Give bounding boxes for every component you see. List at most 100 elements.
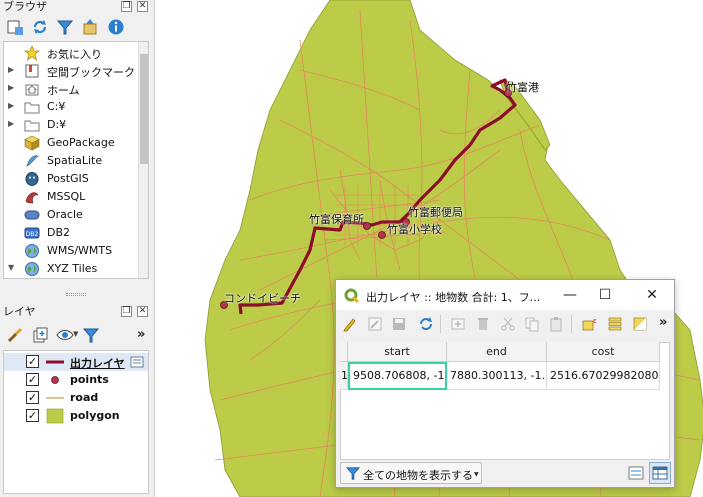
browser-item-d-drive[interactable]: ▶ D:¥	[4, 116, 148, 134]
browser-item-c-drive[interactable]: ▶ C:¥	[4, 98, 148, 116]
add-selected-layers-icon[interactable]	[6, 18, 24, 36]
scrollbar-thumb[interactable]	[140, 54, 148, 164]
minimize-button[interactable]: —	[558, 285, 582, 305]
expand-arrow[interactable]: ▶	[8, 83, 16, 92]
browser-close-button[interactable]: ✕	[137, 1, 148, 12]
show-all-features-label: 全ての地物を表示する	[363, 469, 473, 482]
temporary-layer-icon[interactable]	[130, 356, 144, 368]
browser-item-db2[interactable]: DB2 DB2	[4, 224, 148, 242]
browser-item-label: C:¥	[47, 100, 66, 113]
layers-panel-title-text: レイヤ	[3, 305, 36, 318]
invert-selection-icon[interactable]	[632, 316, 648, 332]
corner-header[interactable]	[340, 342, 348, 362]
browser-item-wms[interactable]: WMS/WMTS	[4, 242, 148, 260]
layers-panel-title: レイヤ ❐ ✕	[0, 305, 155, 320]
cell-end[interactable]: 7880.300113, -1...	[447, 362, 547, 390]
filter-icon[interactable]	[56, 18, 74, 36]
expand-arrow[interactable]: ▶	[8, 101, 16, 110]
browser-item-label: MSSQL	[47, 190, 86, 203]
cell-start[interactable]: 9508.706808, -1...	[348, 362, 447, 390]
layers-more-button[interactable]: »	[137, 327, 145, 342]
close-button[interactable]: ✕	[640, 285, 664, 305]
browser-item-favorites[interactable]: お気に入り	[4, 44, 148, 62]
qgis-logo-icon	[344, 288, 360, 304]
layer-style-brush-icon[interactable]	[6, 326, 24, 344]
copy-icon[interactable]	[524, 316, 540, 332]
attribute-toolbar-more-button[interactable]: »	[659, 315, 667, 330]
browser-item-label: SpatiaLite	[47, 154, 103, 167]
column-header-cost[interactable]: cost	[547, 342, 660, 362]
map-label-port: 竹富港	[506, 81, 539, 94]
layer-road[interactable]: ✓ road	[4, 389, 148, 407]
cut-icon[interactable]	[500, 316, 516, 332]
select-by-expression-icon[interactable]: ε	[582, 316, 598, 332]
road-line-symbol-icon	[46, 397, 64, 399]
table-view-button[interactable]	[649, 462, 671, 484]
browser-item-spatialite[interactable]: SpatiaLite	[4, 152, 148, 170]
layer-visibility-checkbox[interactable]: ✓	[26, 355, 39, 368]
layers-tree: ✓ 出力レイヤ ✓ points ✓ road ✓ polygon	[3, 350, 149, 494]
panel-splitter[interactable]	[66, 293, 86, 296]
browser-item-mssql[interactable]: MSSQL	[4, 188, 148, 206]
cell-cost[interactable]: 2516.670299820806	[547, 362, 660, 390]
toggle-edit-pencil-icon[interactable]	[342, 316, 358, 332]
layer-output[interactable]: ✓ 出力レイヤ	[4, 353, 148, 371]
select-all-icon[interactable]	[607, 316, 623, 332]
browser-item-xyz-tiles[interactable]: ▼ XYZ Tiles	[4, 260, 148, 278]
map-label-nursery: 竹富保育所	[309, 213, 364, 226]
reload-icon[interactable]	[418, 316, 434, 332]
layer-polygon[interactable]: ✓ polygon	[4, 407, 148, 425]
layer-visibility-checkbox[interactable]: ✓	[26, 373, 39, 386]
home-folder-icon	[25, 84, 39, 96]
form-view-icon[interactable]	[628, 465, 644, 481]
layers-close-button[interactable]: ✕	[137, 306, 148, 317]
expand-arrow[interactable]: ▶	[8, 119, 16, 128]
layer-label: points	[70, 373, 109, 386]
layer-points[interactable]: ✓ points	[4, 371, 148, 389]
xyz-globe-icon	[25, 262, 39, 276]
browser-item-label: WMS/WMTS	[47, 244, 113, 257]
column-header-start[interactable]: start	[348, 342, 447, 362]
visibility-dropdown-icon[interactable]: ▼	[73, 330, 78, 338]
multi-edit-icon[interactable]	[367, 316, 383, 332]
table-view-icon	[652, 466, 668, 480]
browser-float-button[interactable]: ❐	[121, 1, 132, 12]
delete-feature-icon[interactable]	[475, 316, 491, 332]
browser-tree: お気に入り ▶ 空間ブックマーク ▶ ホーム ▶ C:¥ ▶ D:¥ GeoPa…	[3, 41, 149, 279]
browser-item-spatial-bookmarks[interactable]: ▶ 空間ブックマーク	[4, 62, 148, 80]
layers-float-button[interactable]: ❐	[121, 306, 132, 317]
filter-legend-icon[interactable]	[82, 326, 100, 344]
browser-scrollbar[interactable]	[138, 42, 148, 278]
add-feature-icon[interactable]	[450, 316, 466, 332]
paste-icon[interactable]	[548, 316, 564, 332]
layer-visibility-checkbox[interactable]: ✓	[26, 391, 39, 404]
browser-item-geopackage[interactable]: GeoPackage	[4, 134, 148, 152]
save-edits-icon[interactable]	[391, 316, 407, 332]
window-titlebar[interactable]: 出力レイヤ :: 地物数 合計: 1、フ... — ☐ ✕	[336, 280, 674, 310]
collapse-all-icon[interactable]	[81, 18, 99, 36]
layer-visibility-checkbox[interactable]: ✓	[26, 409, 39, 422]
maximize-button[interactable]: ☐	[593, 285, 617, 305]
browser-item-oracle[interactable]: Oracle	[4, 206, 148, 224]
browser-item-label: ホーム	[47, 84, 80, 97]
geopackage-icon	[24, 135, 40, 151]
refresh-icon[interactable]	[31, 18, 49, 36]
info-icon[interactable]	[107, 18, 125, 36]
browser-item-postgis[interactable]: PostGIS	[4, 170, 148, 188]
visibility-eye-icon[interactable]	[56, 326, 74, 344]
browser-item-home[interactable]: ▶ ホーム	[4, 80, 148, 98]
chevron-down-icon: ▼	[474, 471, 479, 478]
row-header[interactable]: 1	[340, 362, 348, 390]
expand-arrow[interactable]: ▼	[8, 263, 16, 272]
browser-panel-title: ブラウザ ❐ ✕	[0, 0, 155, 15]
folder-icon	[24, 120, 40, 132]
show-all-features-dropdown[interactable]: 全ての地物を表示する ▼	[340, 462, 482, 484]
filter-icon	[346, 467, 360, 480]
attribute-table-window[interactable]: 出力レイヤ :: 地物数 合計: 1、フ... — ☐ ✕ ε » start …	[335, 279, 675, 488]
mssql-icon	[25, 192, 39, 204]
expand-arrow[interactable]: ▶	[8, 65, 16, 74]
column-header-end[interactable]: end	[447, 342, 547, 362]
left-dock: ブラウザ ❐ ✕ お気に入り ▶ 空間ブックマーク ▶ ホーム ▶ C:¥ ▶ …	[0, 0, 155, 497]
add-group-icon[interactable]	[31, 326, 49, 344]
browser-item-label: GeoPackage	[47, 136, 115, 149]
